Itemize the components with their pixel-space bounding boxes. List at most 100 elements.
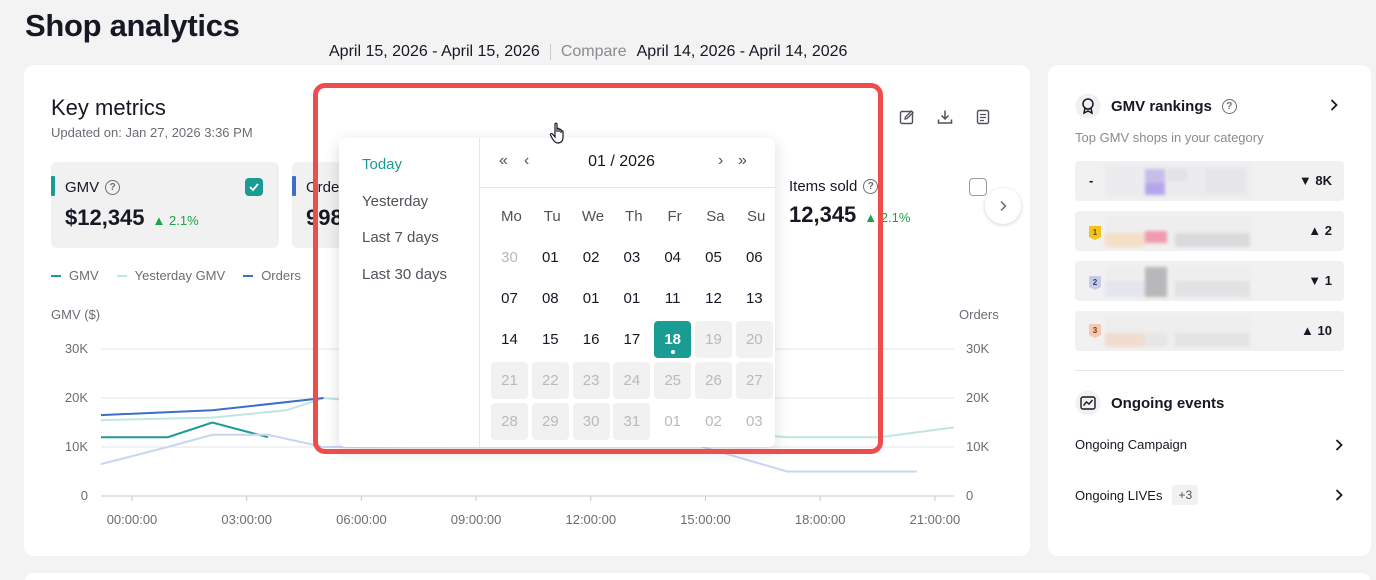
preset-option[interactable]: Last 30 days	[339, 265, 479, 302]
trend-chart-icon	[1075, 390, 1101, 416]
y-tick-right: 10K	[966, 439, 989, 454]
calendar-day[interactable]: 16	[573, 321, 610, 358]
silver-rank-badge-icon: 2	[1089, 276, 1101, 290]
calendar-day[interactable]: 07	[491, 280, 528, 317]
calendar-week: 30 01 02 03 04 05 06	[491, 239, 777, 280]
chevron-right-icon	[1335, 438, 1343, 451]
rank-trend: ▲ 10	[1301, 323, 1332, 338]
x-tick-label: 03:00:00	[221, 512, 272, 527]
next-month-icon[interactable]: ›	[718, 152, 723, 170]
calendar-day: 03	[745, 413, 763, 430]
calendar-day[interactable]: 04	[654, 239, 691, 276]
y-tick-left: 10K	[65, 439, 88, 454]
ranking-row[interactable]: 3 ▲ 10	[1075, 311, 1344, 351]
date-range-bar: April 15, 2026 - April 15, 2026 Compare …	[305, 43, 847, 61]
ranking-row[interactable]: 1 ▲ 2	[1075, 211, 1344, 251]
rank-trend: ▲ 2	[1308, 223, 1332, 238]
blurred-shop-info	[1105, 265, 1250, 297]
x-tick-label: 18:00:00	[795, 512, 846, 527]
gmv-rankings-header[interactable]: GMV rankings ?	[1075, 93, 1237, 119]
calendar-day: 31	[613, 403, 651, 440]
gmv-rankings-card: GMV rankings ? Top GMV shops in your cat…	[1048, 65, 1371, 556]
calendar-day: 27	[735, 362, 773, 399]
y-tick-right: 30K	[966, 341, 989, 356]
preset-list: Today Yesterday Last 7 days Last 30 days	[339, 138, 480, 447]
calendar-day[interactable]: 08	[532, 280, 569, 317]
y-tick-left: 0	[81, 488, 88, 503]
x-tick-label: 15:00:00	[680, 512, 731, 527]
calendar-day: 30	[572, 403, 610, 440]
series-line	[100, 397, 324, 417]
ongoing-campaign-row[interactable]: Ongoing Campaign	[1075, 437, 1344, 452]
weekday-label: Su	[747, 208, 766, 225]
next-year-icon[interactable]: »	[738, 152, 747, 170]
event-label: Ongoing Campaign	[1075, 437, 1188, 452]
preset-option[interactable]: Today	[339, 155, 479, 192]
x-tick-label: 06:00:00	[336, 512, 387, 527]
ongoing-events-header: Ongoing events	[1075, 390, 1224, 416]
compare-label[interactable]: Compare	[561, 43, 627, 61]
ongoing-events-title: Ongoing events	[1111, 394, 1225, 412]
chevron-right-icon[interactable]	[1329, 98, 1339, 112]
calendar-day[interactable]: 14	[491, 321, 528, 358]
calendar-day: 21	[491, 362, 528, 399]
x-tick-label: 12:00:00	[565, 512, 616, 527]
preset-option[interactable]: Yesterday	[339, 192, 479, 229]
weekday-label: Mo	[500, 208, 522, 225]
svg-text:1: 1	[1093, 228, 1098, 237]
ranking-row[interactable]: 2 ▼ 1	[1075, 261, 1344, 301]
calendar-day[interactable]: 01	[573, 280, 610, 317]
rank-trend: ▼ 1	[1308, 273, 1332, 288]
calendar-day: 24	[613, 362, 651, 399]
svg-text:3: 3	[1093, 326, 1098, 335]
calendar-day[interactable]: 11	[654, 280, 691, 317]
weekday-label: Tu	[543, 208, 561, 225]
calendar-day[interactable]: 15	[532, 321, 569, 358]
date-range-input[interactable]: April 15, 2026 - April 15, 2026	[329, 43, 540, 61]
next-section-card	[24, 573, 1371, 580]
gold-rank-badge-icon: 1	[1089, 226, 1101, 240]
calendar-day[interactable]: 17	[613, 321, 650, 358]
calendar-week: 28 29 30 31 01 02 03	[491, 403, 777, 444]
gmv-rankings-title: GMV rankings	[1111, 97, 1212, 115]
y-tick-left: 20K	[65, 390, 88, 405]
x-tick-label: 00:00:00	[107, 512, 158, 527]
svg-text:2: 2	[1093, 278, 1098, 287]
calendar-day: 22	[531, 362, 569, 399]
divider	[549, 44, 551, 60]
page-title: Shop analytics	[25, 8, 240, 43]
weekday-header: Mo Tu We Th Fr Sa Su	[491, 208, 777, 225]
date-picker-popup: Today Yesterday Last 7 days Last 30 days « …	[339, 138, 775, 447]
award-icon	[1075, 93, 1101, 119]
calendar-day[interactable]: 12	[695, 280, 732, 317]
calendar-day: 02	[705, 413, 722, 430]
y-tick-right: 20K	[966, 390, 989, 405]
calendar-day[interactable]: 13	[736, 280, 773, 317]
calendar-week: 21 22 23 24 25 26 27	[491, 362, 777, 403]
hand-cursor-icon	[549, 122, 564, 144]
calendar-day-selected[interactable]: 18	[654, 321, 692, 358]
blurred-shop-info	[1105, 215, 1250, 247]
calendar-day[interactable]: 30	[491, 239, 528, 276]
blurred-shop-info	[1105, 165, 1250, 197]
divider	[1075, 370, 1344, 371]
ranking-row[interactable]: - ▼ 8K	[1075, 161, 1344, 201]
y-tick-right: 0	[966, 488, 973, 503]
preset-option[interactable]: Last 7 days	[339, 228, 479, 265]
compare-range-input[interactable]: April 14, 2026 - April 14, 2026	[637, 43, 848, 61]
calendar-day: 25	[654, 362, 692, 399]
calendar-day[interactable]: 06	[736, 239, 773, 276]
ongoing-lives-row[interactable]: Ongoing LIVEs +3	[1075, 485, 1344, 505]
calendar-day[interactable]: 05	[695, 239, 732, 276]
calendar-day[interactable]: 01	[532, 239, 569, 276]
chevron-right-icon	[1335, 489, 1343, 501]
calendar-day[interactable]: 01	[613, 280, 650, 317]
help-icon[interactable]: ?	[1221, 98, 1237, 114]
calendar-day[interactable]: 02	[573, 239, 610, 276]
calendar-grid: 30 01 02 03 04 05 06 07 08 01 01 11 12 13 14 15 16 17 18 19…	[491, 239, 777, 444]
calendar-day[interactable]: 03	[613, 239, 650, 276]
rank-label: -	[1089, 173, 1094, 188]
x-tick-label: 21:00:00	[910, 512, 961, 527]
blurred-shop-info	[1105, 315, 1250, 347]
calendar-week: 14 15 16 17 18 19 20	[491, 321, 777, 362]
